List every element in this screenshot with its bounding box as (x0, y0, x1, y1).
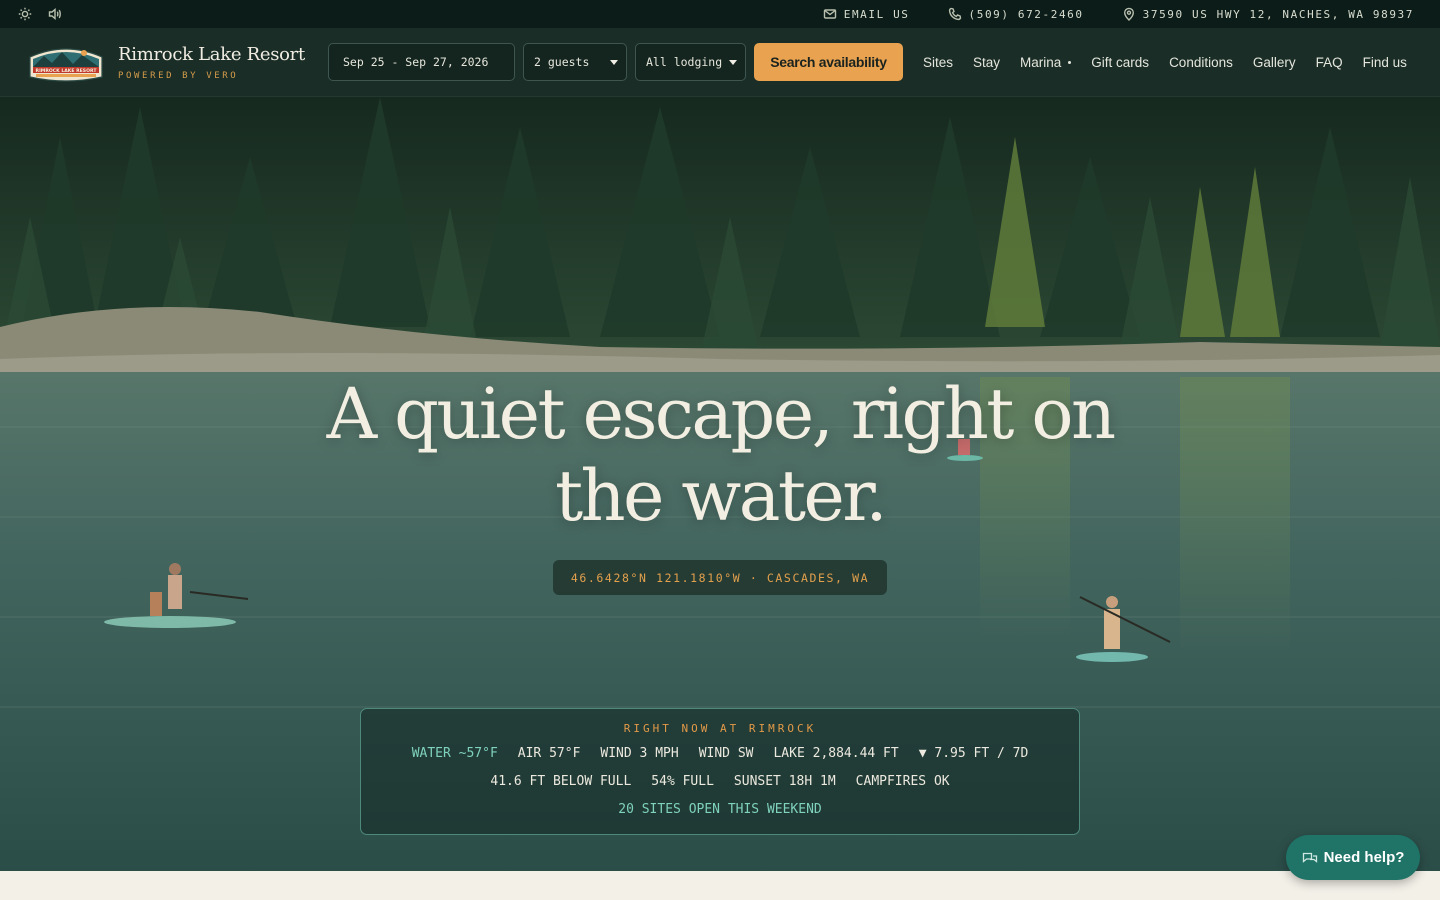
percent-full: 54% FULL (651, 774, 714, 789)
brand[interactable]: RIMROCK LAKE RESORT Rimrock Lake Resort … (26, 39, 318, 85)
brand-tagline: POWERED BY VERO (118, 70, 239, 81)
utility-right: EMAIL US (509) 672-2460 37590 US HWY 12,… (823, 7, 1414, 21)
main-navigation: RIMROCK LAKE RESORT Rimrock Lake Resort … (0, 28, 1440, 97)
hero-title: A quiet escape, right on the water. (0, 373, 1440, 537)
nav-links: Sites Stay Marina Gift cards Conditions … (923, 55, 1407, 70)
chevron-down-icon (729, 60, 737, 65)
map-pin-icon (1122, 7, 1136, 21)
wind-speed: WIND 3 MPH (600, 746, 679, 761)
below-full: 41.6 FT BELOW FULL (490, 774, 632, 789)
coordinates-badge: 46.6428°N 121.1810°W · CASCADES, WA (553, 560, 887, 595)
conditions-panel[interactable]: RIGHT NOW AT RIMROCK WATER ~57°F AIR 57°… (360, 708, 1080, 835)
chevron-down-icon (610, 60, 618, 65)
dropdown-indicator-icon (1068, 60, 1072, 64)
nav-item-sites[interactable]: Sites (923, 55, 953, 70)
speaker-icon[interactable] (48, 7, 62, 21)
campfire-status: CAMPFIRES OK (855, 774, 950, 789)
hero-section: A quiet escape, right on the water. 46.6… (0, 97, 1440, 871)
need-help-button[interactable]: Need help? (1286, 835, 1420, 880)
email-link[interactable]: EMAIL US (823, 7, 910, 21)
guests-select[interactable]: 2 guests (523, 43, 627, 81)
brand-name: Rimrock Lake Resort (118, 43, 305, 65)
nav-item-marina-label: Marina (1020, 54, 1062, 70)
email-label: EMAIL US (843, 7, 910, 21)
hero-title-line-2: the water. (554, 455, 888, 537)
lodging-value: All lodging (646, 55, 722, 69)
nav-item-conditions[interactable]: Conditions (1169, 55, 1233, 70)
mail-icon (823, 7, 837, 21)
utility-bar: EMAIL US (509) 672-2460 37590 US HWY 12,… (0, 0, 1440, 28)
conditions-row-2: 41.6 FT BELOW FULL 54% FULL SUNSET 18H 1… (361, 774, 1079, 791)
date-range-value: Sep 25 - Sep 27, 2026 (343, 55, 489, 69)
date-range-picker[interactable]: Sep 25 - Sep 27, 2026 (328, 43, 515, 81)
resort-logo-icon: RIMROCK LAKE RESORT (29, 48, 103, 82)
lake-level: LAKE 2,884.44 FT (773, 746, 899, 761)
nav-item-gallery[interactable]: Gallery (1253, 55, 1296, 70)
guests-value: 2 guests (534, 55, 590, 69)
hero-title-line-1: A quiet escape, right on (326, 373, 1116, 455)
address-link[interactable]: 37590 US HWY 12, NACHES, WA 98937 (1122, 7, 1414, 21)
nav-item-gift-cards[interactable]: Gift cards (1091, 55, 1149, 70)
nav-item-marina[interactable]: Marina (1020, 54, 1072, 70)
phone-icon (948, 7, 962, 21)
logo-text: RIMROCK LAKE RESORT (36, 68, 98, 74)
nav-item-stay[interactable]: Stay (973, 55, 1000, 70)
open-sites-link[interactable]: 20 SITES OPEN THIS WEEKEND (361, 802, 1079, 817)
conditions-row-1: WATER ~57°F AIR 57°F WIND 3 MPH WIND SW … (361, 746, 1079, 763)
lodging-select[interactable]: All lodging (635, 43, 746, 81)
next-section-edge (0, 871, 1440, 900)
phone-link[interactable]: (509) 672-2460 (948, 7, 1084, 21)
sun-icon[interactable] (18, 7, 32, 21)
nav-item-find-us[interactable]: Find us (1363, 55, 1407, 70)
phone-number: (509) 672-2460 (968, 7, 1084, 21)
conditions-heading: RIGHT NOW AT RIMROCK (623, 722, 817, 735)
water-temp: WATER ~57°F (411, 746, 498, 761)
chat-icon (1302, 852, 1317, 863)
wind-direction: WIND SW (698, 746, 754, 761)
brand-text: Rimrock Lake Resort POWERED BY VERO (118, 44, 305, 81)
utility-left (18, 7, 62, 21)
sunset-countdown: SUNSET 18H 1M (733, 774, 836, 789)
nav-item-faq[interactable]: FAQ (1316, 55, 1343, 70)
air-temp: AIR 57°F (517, 746, 581, 761)
address-text: 37590 US HWY 12, NACHES, WA 98937 (1142, 7, 1414, 21)
lake-change: ▼ 7.95 FT / 7D (918, 746, 1029, 761)
search-availability-button[interactable]: Search availability (754, 43, 903, 81)
need-help-label: Need help? (1323, 849, 1405, 866)
